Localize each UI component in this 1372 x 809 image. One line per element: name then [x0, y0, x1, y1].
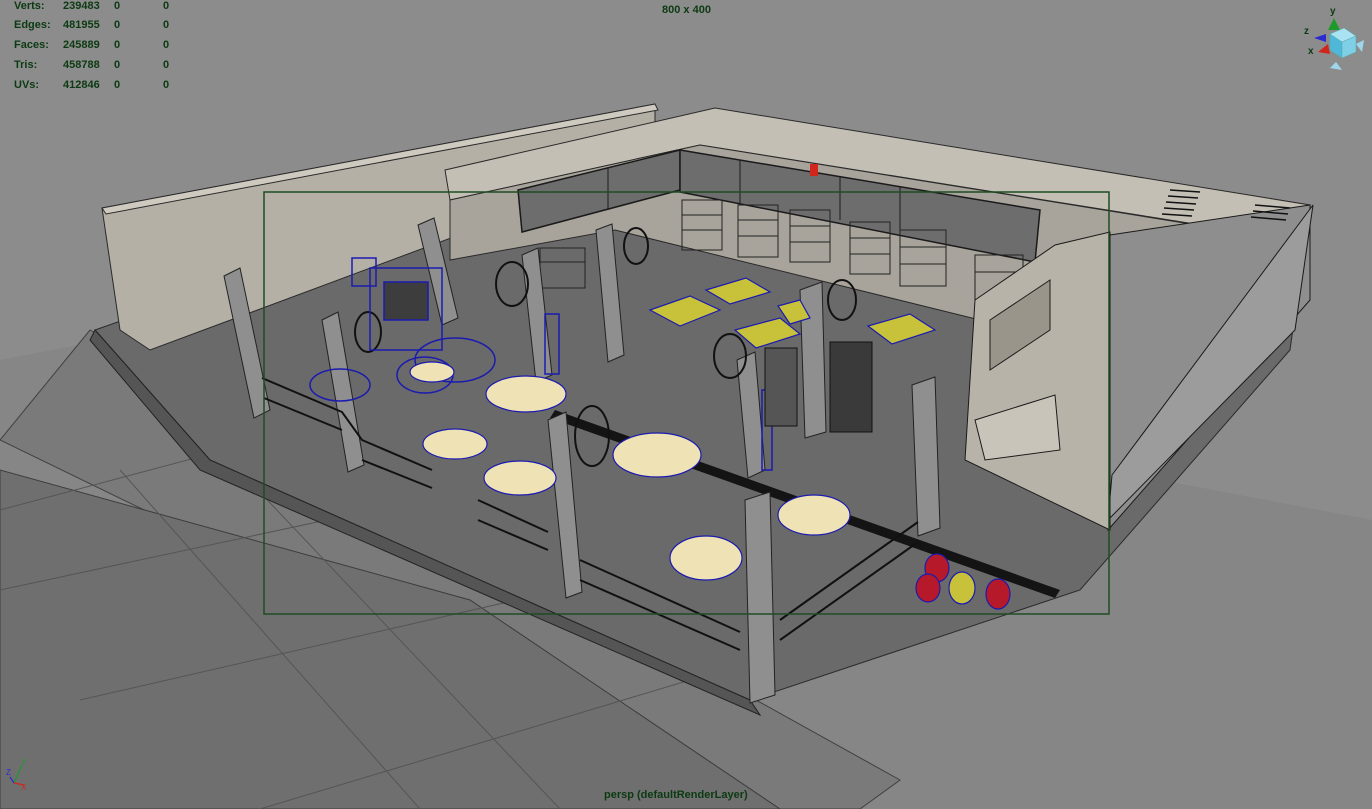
resolution-label: 800 x 400: [662, 4, 711, 16]
hud-label: Faces:: [14, 39, 49, 51]
axis-z-label: Z: [6, 768, 11, 777]
hud-value: 0: [163, 0, 170, 12]
camera-name-label: persp (defaultRenderLayer): [604, 789, 748, 801]
hud-value: 239483: [63, 0, 100, 12]
hud-value: 0: [114, 59, 121, 71]
hud-value: 458788: [63, 59, 100, 71]
view-cube-z-label: z: [1304, 26, 1309, 37]
display-cabinet: [764, 347, 798, 427]
axis-x-label: X: [21, 783, 27, 791]
maya-persp-viewport[interactable]: Verts: 239483 0 0 Edges: 481955 0 0 Face…: [0, 0, 1372, 809]
hud-value: 412846: [63, 79, 100, 91]
hud-value: 0: [114, 19, 121, 31]
hud-value: 245889: [63, 39, 100, 51]
view-cube-icon[interactable]: y z x: [1300, 4, 1366, 72]
red-marker: [810, 164, 818, 176]
view-cube-y-label: y: [1330, 6, 1336, 17]
hud-row-edges: Edges: 481955 0 0: [0, 19, 190, 35]
display-cabinet: [829, 341, 873, 433]
axis-y-label: Y: [21, 758, 27, 767]
view-cube-x-label: x: [1308, 46, 1314, 57]
axis-indicator-icon: Y Z X: [6, 758, 27, 791]
hud-row-faces: Faces: 245889 0 0: [0, 39, 190, 55]
hud-value: 481955: [63, 19, 100, 31]
hud-value: 0: [114, 39, 121, 51]
hud-value: 0: [163, 19, 170, 31]
hud-value: 0: [114, 0, 121, 12]
hud-label: Edges:: [14, 19, 51, 31]
scene-3d-view[interactable]: [0, 0, 1372, 809]
hud-row-uvs: UVs: 412846 0 0: [0, 79, 190, 95]
hud-label: Tris:: [14, 59, 38, 71]
hud-label: Verts:: [14, 0, 45, 12]
hud-value: 0: [163, 79, 170, 91]
hud-value: 0: [163, 39, 170, 51]
hud-row-verts: Verts: 239483 0 0: [0, 0, 190, 16]
hud-value: 0: [163, 59, 170, 71]
hud-label: UVs:: [14, 79, 40, 91]
hud-value: 0: [114, 79, 121, 91]
hud-row-tris: Tris: 458788 0 0: [0, 59, 190, 75]
